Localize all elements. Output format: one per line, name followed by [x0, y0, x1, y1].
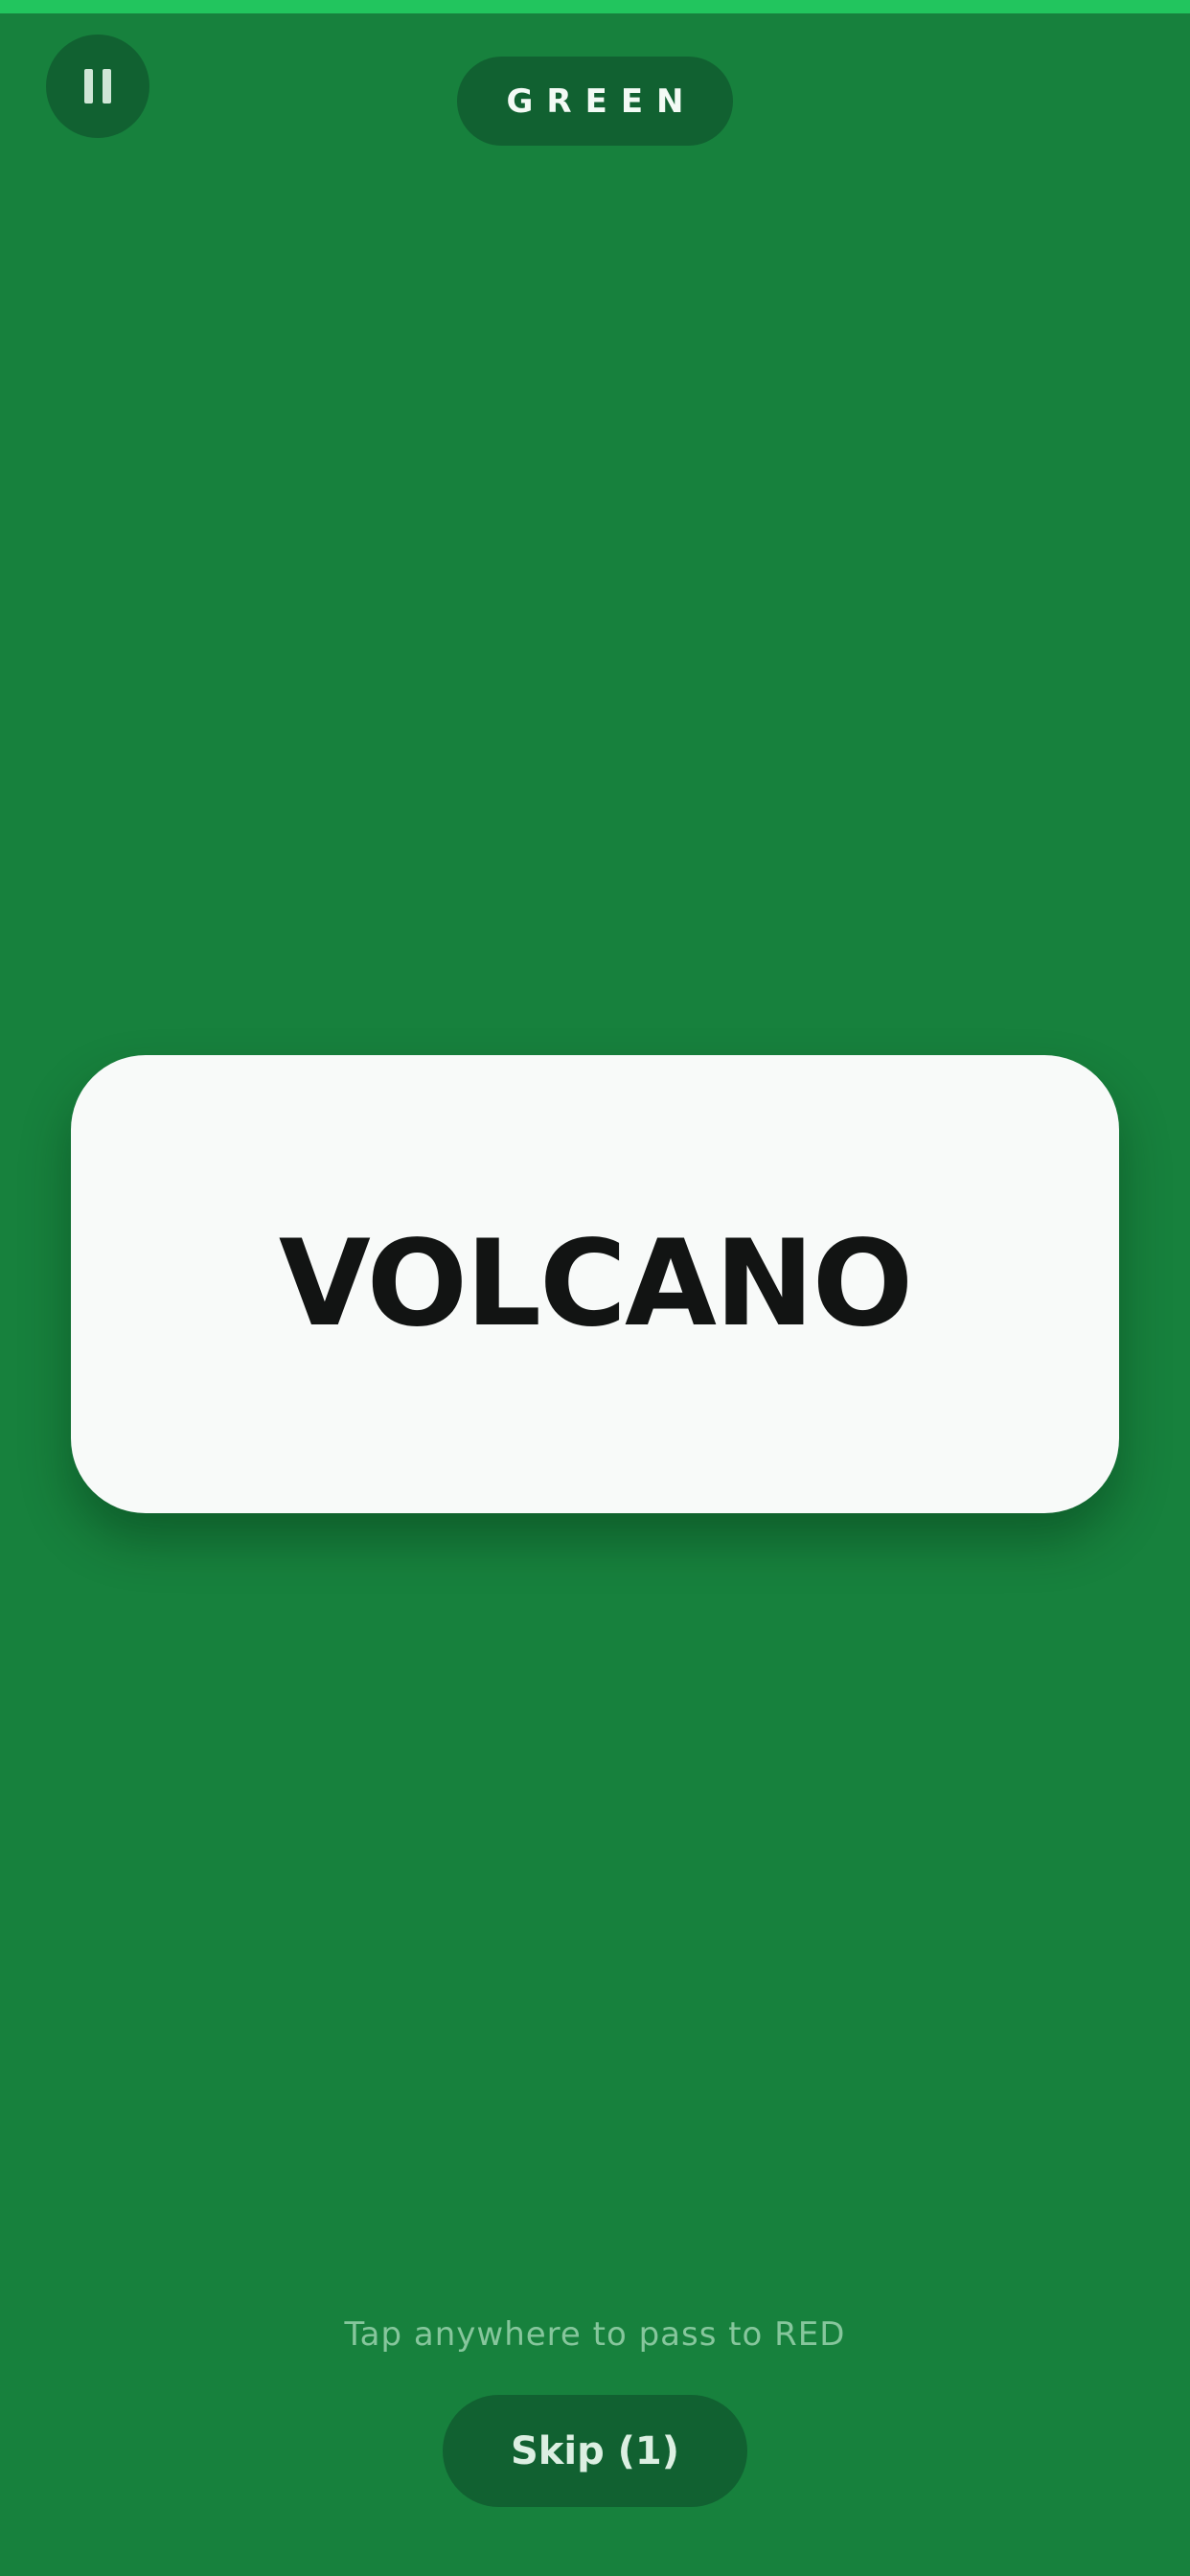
- pause-icon: [84, 69, 111, 104]
- pass-hint: Tap anywhere to pass to RED: [344, 2315, 846, 2354]
- top-progress-bar: [0, 0, 1190, 13]
- pause-button[interactable]: [46, 34, 149, 138]
- skip-button[interactable]: Skip (1): [443, 2395, 747, 2507]
- card-word: VOLCANO: [278, 1215, 913, 1353]
- team-badge: GREEN: [457, 57, 733, 146]
- word-card: VOLCANO: [71, 1055, 1119, 1513]
